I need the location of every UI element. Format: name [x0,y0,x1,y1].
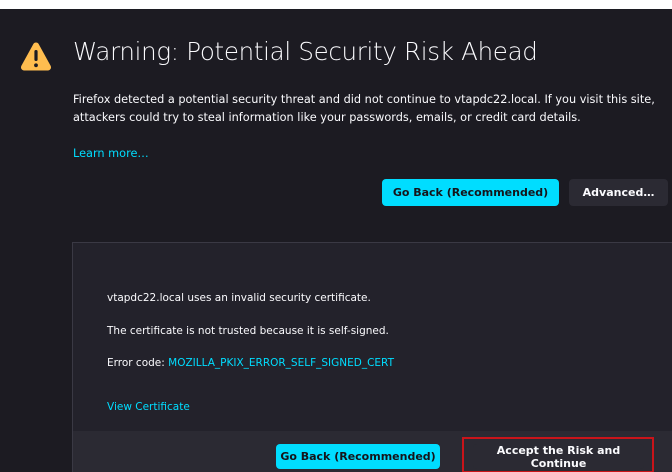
details-button-bar: Go Back (Recommended) Accept the Risk an… [73,431,672,472]
warning-triangle-icon [20,42,52,71]
error-code-line: Error code: MOZILLA_PKIX_ERROR_SELF_SIGN… [107,357,394,369]
learn-more-link[interactable]: Learn more… [73,147,149,160]
warning-description: Firefox detected a potential security th… [73,93,655,124]
invalid-cert-text: vtapdc22.local uses an invalid security … [107,292,371,304]
self-signed-text: The certificate is not trusted because i… [107,325,389,337]
error-page: Warning: Potential Security Risk Ahead F… [0,9,672,472]
go-back-button[interactable]: Go Back (Recommended) [382,179,559,206]
page-title: Warning: Potential Security Risk Ahead [73,37,538,66]
advanced-details-panel: vtapdc22.local uses an invalid security … [72,242,672,472]
error-code-label: Error code: [107,357,169,369]
advanced-button[interactable]: Advanced… [569,179,668,206]
view-certificate-link[interactable]: View Certificate [107,401,190,413]
error-code-link[interactable]: MOZILLA_PKIX_ERROR_SELF_SIGNED_CERT [168,357,394,369]
accept-risk-button[interactable]: Accept the Risk and Continue [473,444,644,470]
go-back-button-secondary[interactable]: Go Back (Recommended) [276,444,440,469]
